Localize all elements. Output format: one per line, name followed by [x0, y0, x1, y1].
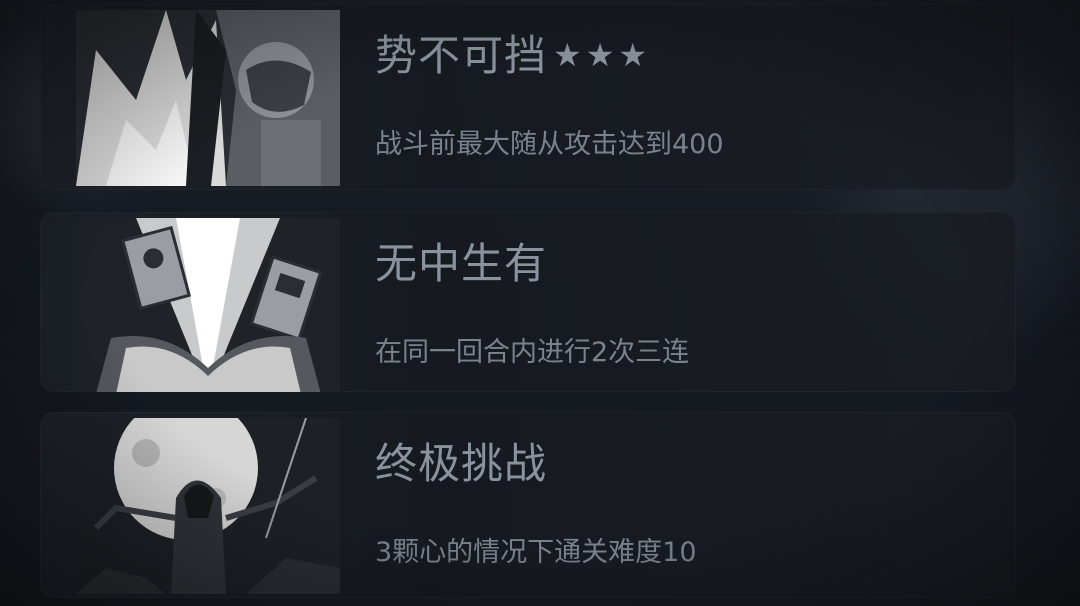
- achievement-title-text: 无中生有: [375, 239, 548, 288]
- achievement-description: 战斗前最大随从攻击达到400: [375, 129, 724, 160]
- glowing-book-cards-illustration-icon: [76, 218, 340, 392]
- warrior-beast-illustration-icon: [76, 10, 340, 186]
- achievement-card-something-from-nothing[interactable]: 无中生有 在同一回合内进行2次三连: [40, 212, 1016, 392]
- achievement-description: 在同一回合内进行2次三连: [375, 337, 690, 368]
- achievement-card-ultimate-challenge[interactable]: 终极挑战 3颗心的情况下通关难度10: [40, 412, 1016, 598]
- achievement-card-unstoppable[interactable]: 势不可挡 ★★★ 战斗前最大随从攻击达到400: [40, 4, 1016, 190]
- achievement-list: 势不可挡 ★★★ 战斗前最大随从攻击达到400 无中生有 在同一回合内进行2次三…: [40, 0, 1016, 606]
- achievement-screen: 势不可挡 ★★★ 战斗前最大随从攻击达到400 无中生有 在同一回合内进行2次三…: [0, 0, 1080, 606]
- achievement-title: 无中生有: [375, 230, 547, 291]
- hooded-figure-moon-illustration-icon: [76, 418, 340, 594]
- achievement-title-text: 势不可挡: [375, 31, 548, 80]
- achievement-title: 终极挑战: [375, 430, 547, 491]
- star-rating-icon: ★★★: [553, 36, 652, 74]
- achievement-title: 势不可挡 ★★★: [375, 22, 651, 83]
- achievement-description: 3颗心的情况下通关难度10: [375, 537, 697, 568]
- achievement-title-text: 终极挑战: [375, 439, 548, 488]
